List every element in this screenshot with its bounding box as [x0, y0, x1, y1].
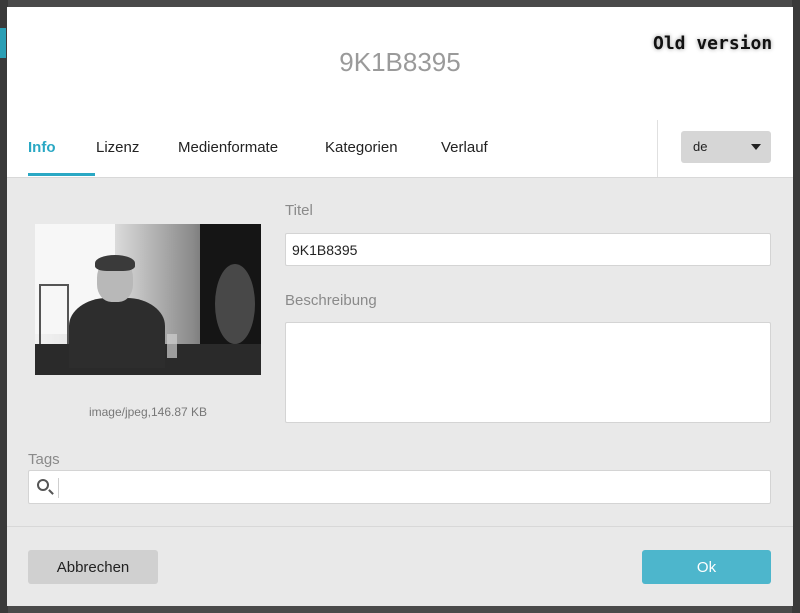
old-version-note: Old version	[653, 33, 773, 54]
language-value: de	[693, 139, 708, 154]
tags-field[interactable]	[28, 470, 771, 504]
thumb-person-hair	[95, 255, 135, 271]
footer-divider	[7, 526, 793, 527]
thumb-person-body	[69, 298, 165, 368]
tab-medienformate[interactable]: Medienformate	[178, 120, 278, 177]
tab-lizenz[interactable]: Lizenz	[96, 120, 139, 177]
media-thumbnail[interactable]	[35, 224, 261, 375]
tab-kategorien[interactable]: Kategorien	[325, 120, 398, 177]
title-input[interactable]	[285, 233, 771, 266]
tab-verlauf[interactable]: Verlauf	[441, 120, 488, 177]
tags-label: Tags	[28, 451, 60, 468]
active-tab-indicator	[28, 173, 95, 176]
media-file-info: image/jpeg,146.87 KB	[88, 405, 208, 419]
thumb-blur	[215, 264, 255, 344]
ok-button[interactable]: Ok	[642, 550, 771, 584]
description-textarea[interactable]	[285, 322, 771, 423]
tab-info[interactable]: Info	[28, 120, 56, 177]
tags-separator	[58, 478, 59, 498]
dialog-header: 9K1B8395 Old version	[7, 7, 793, 121]
language-select[interactable]: de	[681, 131, 771, 163]
backdrop-accent	[0, 28, 6, 58]
chevron-down-icon	[751, 144, 761, 150]
thumb-glass	[167, 334, 177, 358]
search-icon	[37, 479, 49, 491]
tags-input[interactable]	[63, 473, 767, 503]
tab-bar: Info Lizenz Medienformate Kategorien Ver…	[7, 120, 793, 178]
backdrop-right	[792, 0, 800, 613]
title-label: Titel	[285, 202, 313, 219]
tab-divider	[657, 120, 658, 177]
media-edit-dialog: 9K1B8395 Old version Info Lizenz Medienf…	[7, 7, 793, 606]
description-label: Beschreibung	[285, 292, 377, 309]
cancel-button[interactable]: Abbrechen	[28, 550, 158, 584]
thumb-frame	[39, 284, 69, 348]
